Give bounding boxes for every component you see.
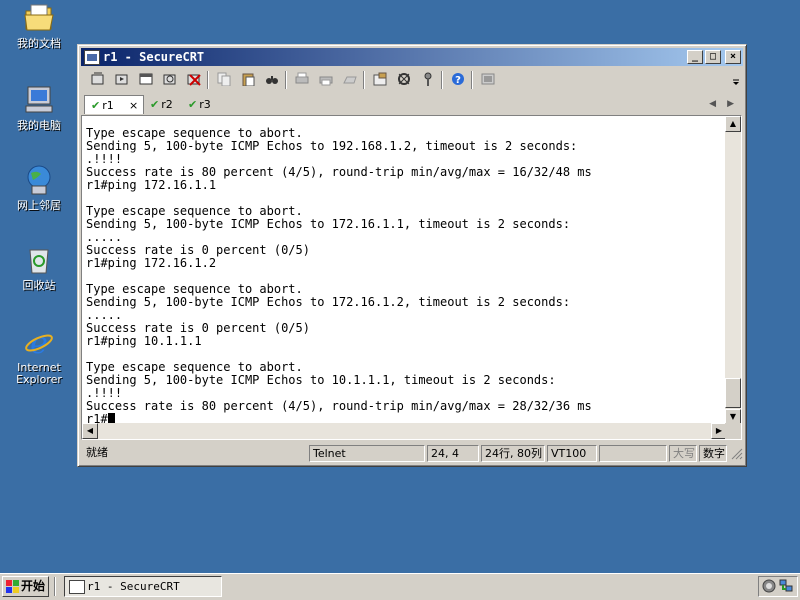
window-title: r1 - SecureCRT [103, 50, 205, 64]
windows-flag-icon [6, 580, 19, 593]
terminal-line: r1#ping 172.16.1.2 [86, 256, 217, 270]
horizontal-scrollbar[interactable]: ◀ ▶ [82, 423, 727, 439]
svg-text:e: e [30, 326, 48, 358]
tab-r3[interactable]: ✔ r3 [188, 95, 224, 114]
taskbar-item-securecrt[interactable]: r1 - SecureCRT [64, 576, 222, 597]
status-protocol: Telnet [309, 445, 425, 462]
sftp-icon[interactable] [479, 70, 497, 88]
keymap-icon[interactable] [419, 70, 437, 88]
desktop-icon-network-places[interactable]: 网上邻居 [8, 164, 70, 212]
scroll-left-icon[interactable]: ◀ [82, 423, 98, 439]
tray-shield-icon[interactable] [762, 579, 776, 593]
connect-icon[interactable] [89, 70, 107, 88]
system-tray [758, 576, 798, 597]
tab-label: r2 [161, 98, 173, 111]
status-ready: 就绪 [86, 446, 108, 459]
svg-text:?: ? [455, 75, 461, 86]
status-bar: 就绪 Telnet 24, 4 24行, 80列 VT100 大写 数字 [81, 444, 743, 464]
connected-check-icon: ✔ [150, 98, 160, 111]
start-label: 开始 [21, 579, 46, 593]
securecrt-app-icon[interactable] [84, 50, 100, 65]
securecrt-window: r1 - SecureCRT _ □ × ? ✔ r1 × ✔ r2 ✔ r3 … [77, 44, 747, 467]
help-icon[interactable]: ? [449, 70, 467, 88]
terminal-line: Sending 5, 100-byte ICMP Echos to 10.1.1… [86, 373, 556, 387]
disconnect-icon[interactable] [185, 70, 203, 88]
taskbar: 开始 r1 - SecureCRT [0, 573, 800, 600]
terminal-area[interactable]: Type escape sequence to abort. Sending 5,… [81, 115, 742, 440]
scrollbar-corner [725, 423, 741, 439]
resize-grip-icon[interactable] [731, 448, 743, 460]
minimize-button[interactable]: _ [687, 50, 703, 64]
copy-icon[interactable] [215, 70, 233, 88]
desktop-icon-label: Internet Explorer [16, 361, 62, 386]
desktop-icon-label: 回收站 [22, 279, 56, 292]
terminal-line: Sending 5, 100-byte ICMP Echos to 172.16… [86, 295, 571, 309]
terminal-output: Type escape sequence to abort. Sending 5,… [86, 127, 724, 425]
tab-scroll-left-icon[interactable]: ◀ [709, 95, 716, 114]
desktop-icon-label: 网上邻居 [17, 199, 61, 212]
title-bar[interactable]: r1 - SecureCRT _ □ × [81, 48, 743, 66]
start-button[interactable]: 开始 [2, 576, 49, 597]
network-places-icon [23, 164, 55, 196]
toolbar-overflow-icon[interactable] [731, 70, 741, 88]
tab-close-icon[interactable]: × [129, 96, 138, 115]
maximize-button[interactable]: □ [705, 50, 721, 64]
scroll-up-icon[interactable]: ▲ [725, 116, 741, 132]
session-tabs: ✔ r1 × ✔ r2 ✔ r3 ◀ ▶ [82, 95, 742, 115]
tab-label: r3 [199, 98, 211, 111]
find-icon[interactable] [263, 70, 281, 88]
my-computer-icon [23, 84, 55, 116]
connect-tab-icon[interactable] [137, 70, 155, 88]
terminal-line: Sending 5, 100-byte ICMP Echos to 192.16… [86, 139, 578, 153]
my-documents-icon [23, 2, 55, 34]
tab-r1[interactable]: ✔ r1 × [84, 95, 144, 114]
status-caps-lock: 大写 [669, 445, 697, 462]
desktop-icon-recycle-bin[interactable]: 回收站 [8, 244, 70, 292]
session-options-icon[interactable] [371, 70, 389, 88]
vertical-scroll-thumb[interactable] [725, 378, 741, 408]
connected-check-icon: ✔ [188, 98, 198, 111]
desktop-icon-label: 我的电脑 [17, 119, 61, 132]
internet-explorer-icon: e [23, 326, 55, 361]
paste-icon[interactable] [239, 70, 257, 88]
status-emulation: VT100 [547, 445, 597, 462]
terminal-line: Success rate is 80 percent (4/5), round-… [86, 399, 592, 413]
recycle-bin-icon [23, 244, 55, 276]
connected-check-icon: ✔ [91, 99, 101, 112]
securecrt-task-icon [69, 580, 85, 594]
desktop-icon-my-computer[interactable]: 我的电脑 [8, 84, 70, 132]
tab-label: r1 [102, 99, 114, 112]
print-selection-icon[interactable] [317, 70, 335, 88]
terminal-line: Sending 5, 100-byte ICMP Echos to 172.16… [86, 217, 571, 231]
print-icon[interactable] [293, 70, 311, 88]
desktop-icon-my-documents[interactable]: 我的文档 [8, 2, 70, 50]
print-setup-icon[interactable] [341, 70, 359, 88]
terminal-line: r1#ping 172.16.1.1 [86, 178, 217, 192]
tab-r2[interactable]: ✔ r2 [150, 95, 186, 114]
toolbar: ? [83, 68, 741, 92]
terminal-line: r1#ping 10.1.1.1 [86, 334, 202, 348]
status-blank [599, 445, 667, 462]
desktop-icon-label: 我的文档 [17, 37, 61, 50]
vertical-scrollbar[interactable]: ▲ ▼ [725, 116, 741, 425]
status-num-lock: 数字 [699, 445, 727, 462]
tray-network-icon[interactable] [779, 579, 793, 593]
status-terminal-size: 24行, 80列 [481, 445, 545, 462]
status-cursor-position: 24, 4 [427, 445, 479, 462]
task-label: r1 - SecureCRT [87, 580, 180, 593]
quick-connect-icon[interactable] [113, 70, 131, 88]
reconnect-icon[interactable] [161, 70, 179, 88]
close-button[interactable]: × [725, 50, 741, 64]
global-options-icon[interactable] [395, 70, 413, 88]
desktop-icon-internet-explorer[interactable]: e Internet Explorer [8, 326, 70, 386]
tab-scroll-right-icon[interactable]: ▶ [727, 95, 734, 114]
